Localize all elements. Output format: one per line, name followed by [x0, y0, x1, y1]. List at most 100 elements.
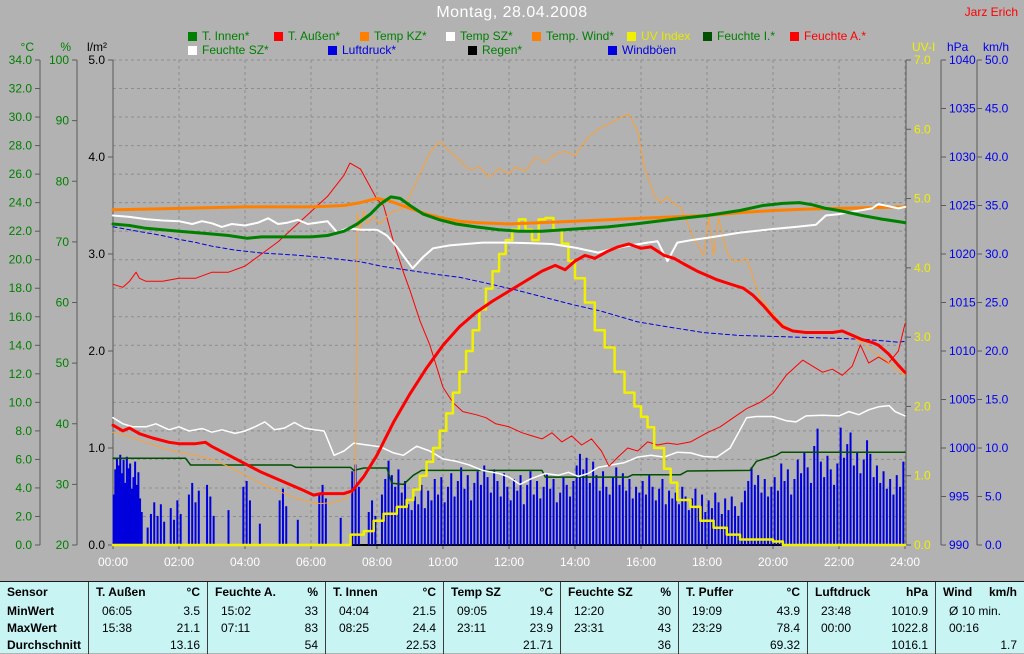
avg-value: 1016.1	[891, 638, 928, 652]
svg-text:45.0: 45.0	[985, 102, 1009, 116]
svg-text:40: 40	[56, 417, 70, 431]
legend-label: Temp SZ*	[460, 29, 513, 43]
svg-text:995: 995	[949, 490, 969, 504]
svg-text:hPa: hPa	[947, 40, 969, 54]
svg-text:26.0: 26.0	[9, 167, 33, 181]
stats-max-row: 23:31 43	[561, 620, 678, 637]
svg-text:5.0: 5.0	[985, 490, 1002, 504]
svg-text:70: 70	[56, 235, 70, 249]
svg-text:3.0: 3.0	[88, 247, 105, 261]
stats-max-row: 00:00 1022.8	[808, 620, 935, 637]
legend-item-feuchte-a: Feuchte A.*	[790, 30, 866, 42]
min-time: Ø 10 min.	[949, 604, 1002, 618]
svg-text:12.0: 12.0	[9, 367, 33, 381]
weather-chart: 34.0 32.0 30.0 28.0 26.0 24.0 22.0 20.0 18.0 16.0…	[9, 40, 1009, 569]
legend-label: Luftdruck*	[342, 43, 397, 57]
max-time: 15:38	[102, 621, 133, 635]
stats-min-row: 19:09 43.9	[679, 603, 807, 620]
copyright-label: Jarz Erich	[964, 5, 1018, 19]
svg-text:30: 30	[56, 477, 70, 491]
svg-text:km/h: km/h	[983, 40, 1009, 54]
stats-column-t-au-en: T. Außen °C 06:05 3.5 15:38 21.1 13.16	[88, 582, 207, 654]
legend-label: Windböen	[622, 43, 677, 57]
legend-item-temp-kz: Temp KZ*	[360, 30, 427, 42]
svg-text:1030: 1030	[949, 150, 976, 164]
legend-label: UV Index	[641, 29, 691, 43]
min-time: 09:05	[457, 604, 488, 618]
legend-label: Feuchte A.*	[804, 29, 867, 43]
svg-text:1020: 1020	[949, 247, 976, 261]
svg-text:6.0: 6.0	[15, 452, 32, 466]
sensor-unit: %	[660, 585, 671, 599]
axis-hpa: 1040 1035 1030 1025 1020 1015 1010 1005 1000 995 9…	[940, 40, 976, 552]
stats-avg-row: 1.7	[936, 637, 1024, 654]
axis-l-m: 5.0 4.0 3.0 2.0 1.0 0.0 l/m²	[87, 40, 114, 552]
stats-avg-row: 69.32	[679, 637, 807, 654]
svg-text:22:00: 22:00	[824, 555, 854, 569]
stats-min-row: 12:20 30	[561, 603, 678, 620]
stats-header: Temp SZ °C	[444, 582, 560, 603]
svg-text:32.0: 32.0	[9, 82, 33, 96]
svg-text:02:00: 02:00	[164, 555, 194, 569]
sensor-name: Feuchte SZ	[568, 585, 633, 599]
legend-item-temp-wind: Temp. Wind*	[532, 30, 614, 42]
sensor-name: T. Innen	[333, 585, 378, 599]
svg-text:0.0: 0.0	[88, 538, 105, 552]
stats-min-row: 15:02 33	[208, 603, 325, 620]
max-value: 78.4	[776, 621, 800, 635]
sensor-name: Luftdruck	[815, 585, 871, 599]
min-value: 21.5	[412, 604, 436, 618]
svg-text:1025: 1025	[949, 199, 976, 213]
svg-text:50: 50	[56, 356, 70, 370]
sensor-name: Wind	[943, 585, 973, 599]
svg-text:%: %	[60, 40, 71, 54]
stats-avg-row: 54	[208, 637, 325, 654]
series-uv-index	[111, 216, 907, 547]
stats-column-t-puffer: T. Puffer °C 19:09 43.9 23:29 78.4 69.32	[678, 582, 807, 654]
avg-value: 69.32	[769, 638, 800, 652]
stats-column-luftdruck: Luftdruck hPa 23:48 1010.9 00:00 1022.8 1016.1	[807, 582, 935, 654]
sensor-name: Temp SZ	[451, 585, 501, 599]
weather-app-window: 34.0 32.0 30.0 28.0 26.0 24.0 22.0 20.0 18.0 16.0…	[0, 0, 1024, 654]
stats-column-t-innen: T. Innen °C 04:04 21.5 08:25 24.4 22.53	[325, 582, 443, 654]
legend-item-luftdruck: Luftdruck*	[328, 44, 396, 56]
page-title: Montag, 28.04.2008	[436, 4, 588, 21]
svg-text:04:00: 04:00	[230, 555, 260, 569]
svg-text:5.0: 5.0	[88, 53, 105, 67]
svg-text:60: 60	[56, 296, 70, 310]
stats-table: Sensor MinWert MaxWert Durchschnitt T. Außen…	[0, 581, 1024, 654]
svg-text:2.0: 2.0	[15, 509, 32, 523]
legend-label: Feuchte SZ*	[202, 43, 269, 57]
legend-item-feuchte-sz: Feuchte SZ*	[188, 44, 269, 56]
svg-text:l/m²: l/m²	[87, 40, 107, 54]
stats-min-row: Ø 10 min.4.7	[936, 603, 1024, 620]
legend-swatch-t-innen	[188, 31, 197, 41]
legend-swatch-feuchte-i	[703, 31, 712, 41]
svg-text:24:00: 24:00	[890, 555, 920, 569]
max-value: 43	[657, 621, 671, 635]
svg-text:35.0: 35.0	[985, 199, 1009, 213]
svg-text:20:00: 20:00	[758, 555, 788, 569]
max-time: 00:16	[949, 621, 980, 635]
legend-swatch-luftdruck	[328, 45, 337, 55]
stats-avg-row: 21.71	[444, 637, 560, 654]
min-value: 3.5	[183, 604, 200, 618]
legend-item-windb-en: Windböen	[608, 44, 676, 56]
legend-swatch-regen	[468, 45, 477, 55]
svg-text:50.0: 50.0	[985, 53, 1009, 67]
min-time: 19:09	[692, 604, 723, 618]
min-value: 1010.9	[891, 604, 928, 618]
svg-text:16:00: 16:00	[626, 555, 656, 569]
sensor-name: T. Außen	[96, 585, 146, 599]
stats-column-feuchte-a: Feuchte A.% 15:02 33 07:11 83 54	[207, 582, 325, 654]
stats-header: T. Außen °C	[89, 582, 207, 603]
axis-km-h: 50.0 45.0 40.0 35.0 30.0 25.0 20.0 15.0 10.0 5.0 0…	[976, 40, 1009, 552]
svg-text:°C: °C	[21, 40, 35, 54]
min-value: 43.9	[776, 604, 800, 618]
legend-swatch-temp-sz	[446, 31, 455, 41]
svg-text:14:00: 14:00	[560, 555, 590, 569]
legend-item-temp-sz: Temp SZ*	[446, 30, 513, 42]
stats-header: Luftdruck hPa	[808, 582, 935, 603]
legend-swatch-uv-index	[627, 31, 636, 41]
stats-avg-row: 36	[561, 637, 678, 654]
